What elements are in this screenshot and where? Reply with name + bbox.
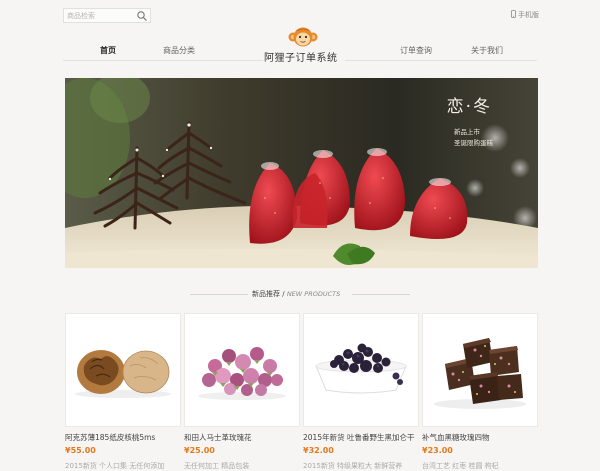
product-card[interactable]: 和田人马士革玫瑰花 ¥25.00 无任何加工 精品包装 [184, 313, 300, 471]
product-name[interactable]: 阿克苏薄185纸皮核桃5ms [65, 432, 181, 443]
product-card[interactable]: 补气血黑糖玫瑰四物 ¥23.00 台湾工艺 红枣 桂圆 枸杞 [422, 313, 538, 471]
search-input[interactable] [67, 10, 133, 21]
raisin-image [315, 343, 407, 394]
product-price: ¥32.00 [303, 446, 334, 455]
banner-subtitle: 新品上市 圣诞限购蛋糕 [454, 127, 493, 149]
site-header: 手机版 首页 商品分类 订单查询 关于我们 阿狸子订单系统 [0, 0, 600, 70]
product-desc: 无任何加工 精品包装 [184, 462, 250, 470]
search-box [63, 8, 151, 23]
logo-title: 阿狸子订单系统 [264, 53, 338, 64]
product-name[interactable]: 和田人马士革玫瑰花 [184, 432, 300, 443]
phone-icon [511, 10, 516, 20]
product-desc: 台湾工艺 红枣 桂圆 枸杞 [422, 462, 499, 470]
new-products-heading: 新品推荐 / NEW PRODUCTS [190, 288, 410, 300]
mobile-version-link[interactable]: 手机版 [511, 10, 539, 20]
walnut-image [75, 350, 171, 398]
hero-banner[interactable]: 恋·冬 新品上市 圣诞限购蛋糕 [65, 78, 538, 268]
banner-line-2: 圣诞限购蛋糕 [454, 139, 493, 147]
banner-line-1: 新品上市 [454, 128, 480, 136]
product-image[interactable] [422, 313, 538, 427]
product-desc: 2015新货 特级果粒大 新鲜营养 [303, 462, 403, 470]
monkey-logo-icon [288, 26, 318, 50]
heading-line-left [190, 294, 248, 295]
nav-divider-right [345, 60, 537, 61]
heading-line-right [352, 294, 410, 295]
product-card[interactable]: 阿克苏薄185纸皮核桃5ms ¥55.00 2015新货 个人口集 无任何添加 [65, 313, 181, 471]
heading-en: NEW PRODUCTS [286, 290, 341, 298]
site-logo[interactable]: 阿狸子订单系统 [258, 26, 348, 66]
product-name[interactable]: 补气血黑糖玫瑰四物 [422, 432, 538, 443]
product-name[interactable]: 2015年新货 吐鲁番野生黑加仑干 [303, 432, 419, 443]
product-desc: 2015新货 个人口集 无任何添加 [65, 462, 165, 470]
nav-order-query[interactable]: 订单查询 [400, 45, 432, 56]
product-card[interactable]: 2015年新货 吐鲁番野生黑加仑干 ¥32.00 2015新货 特级果粒大 新鲜… [303, 313, 419, 471]
product-price: ¥25.00 [184, 446, 215, 455]
product-image[interactable] [65, 313, 181, 427]
nav-categories[interactable]: 商品分类 [163, 45, 195, 56]
search-icon[interactable] [136, 10, 148, 22]
mobile-version-label: 手机版 [518, 11, 539, 19]
banner-title: 恋·冬 [446, 97, 492, 117]
nav-home[interactable]: 首页 [100, 45, 116, 56]
rosebud-image [198, 347, 286, 400]
brown-sugar-image [434, 338, 526, 409]
nav-about-us[interactable]: 关于我们 [471, 45, 503, 56]
heading-text: 新品推荐 / NEW PRODUCTS [252, 290, 341, 298]
product-image[interactable] [303, 313, 419, 427]
product-image[interactable] [184, 313, 300, 427]
nav-divider-left [63, 60, 263, 61]
product-price: ¥55.00 [65, 446, 96, 455]
product-price: ¥23.00 [422, 446, 453, 455]
heading-cn: 新品推荐 [252, 290, 280, 298]
